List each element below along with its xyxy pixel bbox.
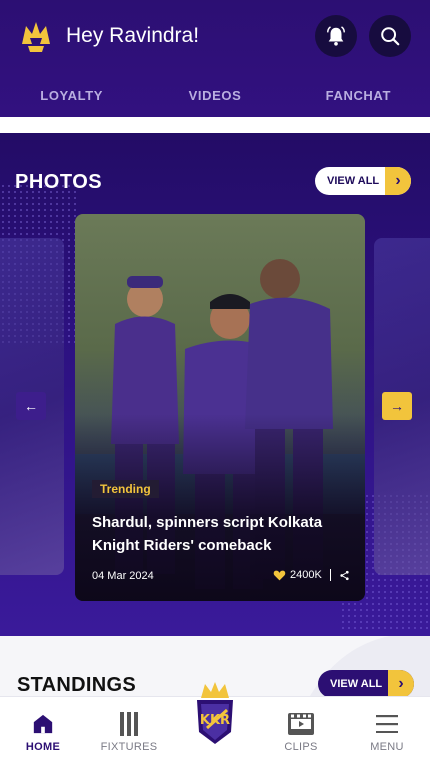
search-icon — [381, 27, 400, 46]
heart-icon[interactable] — [273, 569, 286, 581]
nav-menu-label: MENU — [370, 741, 404, 753]
greeting-text: Hey Ravindra! — [66, 24, 200, 47]
tab-loyalty[interactable]: LOYALTY — [0, 74, 143, 116]
photos-section: PHOTOS VIEW ALL › Trending Shardul, spin… — [0, 133, 430, 636]
tab-fanchat[interactable]: FANCHAT — [287, 74, 430, 116]
home-icon — [32, 711, 54, 737]
carousel-prev-button[interactable]: ← — [16, 392, 46, 420]
photo-card-title: Shardul, spinners script Kolkata Knight … — [92, 514, 323, 554]
kkr-helmet-icon[interactable] — [16, 16, 56, 56]
notifications-button[interactable] — [315, 15, 357, 57]
separator — [329, 569, 331, 581]
top-nav-tabs: LOYALTY VIDEOS FANCHAT — [0, 74, 430, 116]
tab-videos[interactable]: VIDEOS — [143, 74, 286, 116]
chevron-right-icon: › — [385, 167, 411, 195]
nav-fixtures[interactable]: FIXTURES — [86, 697, 172, 761]
nav-home[interactable]: HOME — [0, 697, 86, 761]
view-all-label: VIEW ALL — [330, 678, 383, 690]
photo-card-date: 04 Mar 2024 — [92, 570, 154, 582]
photos-heading: PHOTOS — [15, 171, 103, 193]
nav-fixtures-label: FIXTURES — [100, 741, 158, 753]
share-icon[interactable] — [339, 570, 350, 581]
nav-clips-label: CLIPS — [284, 741, 318, 753]
app-root: Hey Ravindra! LOYALTY VIDEOS FANCHAT PHO — [0, 0, 430, 761]
standings-heading: STANDINGS — [17, 674, 136, 696]
chevron-right-icon: › — [388, 670, 414, 696]
card-actions: 2400K — [273, 569, 350, 581]
standings-view-all-button[interactable]: VIEW ALL › — [318, 670, 414, 696]
nav-menu[interactable]: MENU — [344, 697, 430, 761]
film-icon — [288, 711, 314, 737]
bell-icon — [327, 26, 345, 46]
nav-clips[interactable]: CLIPS — [258, 697, 344, 761]
likes-count: 2400K — [290, 569, 322, 581]
view-all-label: VIEW ALL — [327, 175, 380, 187]
photo-card[interactable]: Trending Shardul, spinners script Kolkat… — [75, 214, 365, 601]
hamburger-icon — [376, 711, 398, 737]
photos-view-all-button[interactable]: VIEW ALL › — [315, 167, 411, 195]
search-button[interactable] — [369, 15, 411, 57]
app-header: Hey Ravindra! LOYALTY VIDEOS FANCHAT — [0, 0, 430, 117]
carousel-next-button[interactable]: → — [382, 392, 412, 420]
stumps-icon — [119, 711, 139, 737]
svg-text:KKR: KKR — [200, 713, 230, 728]
nav-home-label: HOME — [25, 741, 61, 753]
kkr-logo[interactable]: KKR — [183, 680, 247, 748]
trending-tag: Trending — [92, 480, 159, 498]
section-divider — [0, 117, 430, 133]
